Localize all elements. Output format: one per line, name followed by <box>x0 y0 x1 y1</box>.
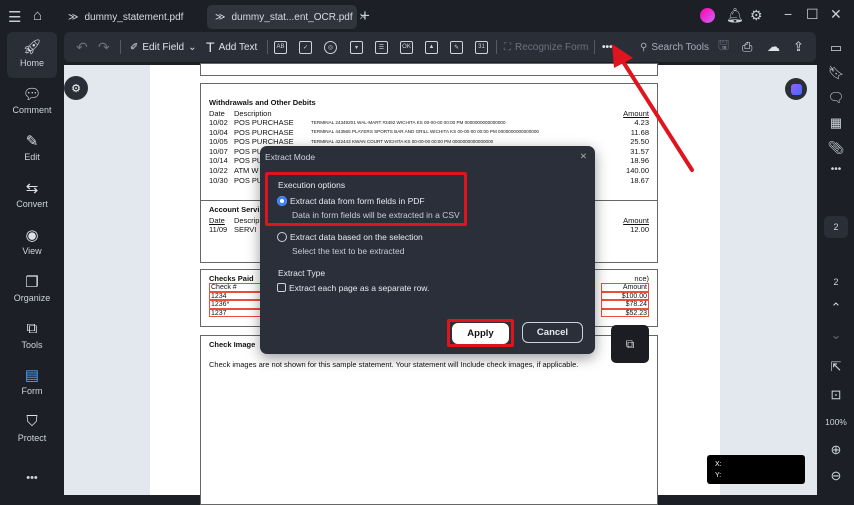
annotation-arrow <box>612 44 694 172</box>
